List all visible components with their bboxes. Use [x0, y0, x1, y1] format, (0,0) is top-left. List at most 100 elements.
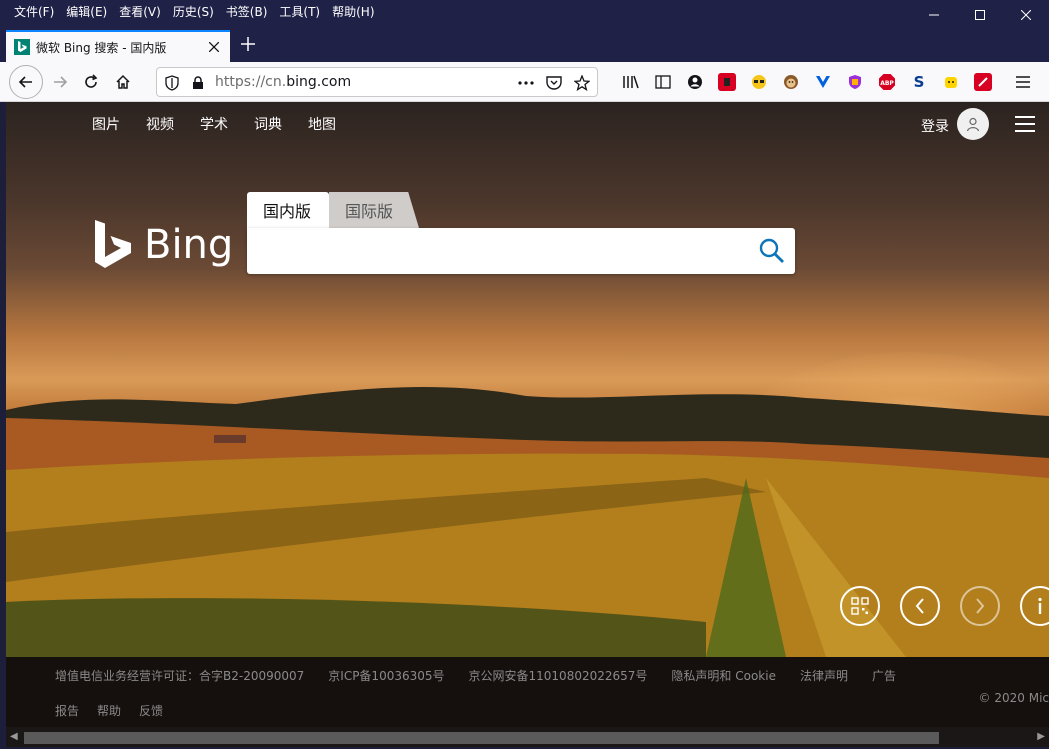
forward-button[interactable] — [44, 66, 76, 98]
menu-icon[interactable] — [1014, 73, 1032, 91]
nav-link-videos[interactable]: 视频 — [146, 114, 174, 134]
tab-close-button[interactable] — [204, 37, 224, 57]
hero-background: 图片 视频 学术 词典 地图 登录 Bing 国内版 国际版 — [6, 102, 1049, 657]
svg-text:ABP: ABP — [880, 80, 894, 87]
footer-help[interactable]: 帮助 — [97, 702, 121, 719]
tab-international[interactable]: 国际版 — [329, 192, 419, 228]
s-extension-icon[interactable]: S — [910, 73, 928, 91]
account-icon[interactable] — [686, 73, 704, 91]
nav-link-maps[interactable]: 地图 — [308, 114, 336, 134]
url-text: https://cn.bing.com — [215, 74, 351, 90]
nav-link-academic[interactable]: 学术 — [200, 114, 228, 134]
menu-bookmarks[interactable]: 书签(B) — [220, 0, 274, 24]
hamburger-menu-button[interactable] — [1015, 116, 1035, 132]
avatar[interactable] — [957, 108, 989, 140]
plus-icon — [241, 37, 255, 51]
tab-domestic[interactable]: 国内版 — [247, 192, 329, 228]
qr-code-button[interactable] — [840, 586, 880, 626]
close-icon — [1021, 10, 1031, 20]
library-icon[interactable] — [622, 73, 640, 91]
yellow-extension-icon[interactable] — [942, 73, 960, 91]
page-actions-icon[interactable] — [517, 74, 535, 92]
bing-favicon-icon — [14, 39, 30, 55]
menu-view[interactable]: 查看(V) — [113, 0, 167, 24]
previous-image-button[interactable] — [900, 586, 940, 626]
arrow-right-icon — [54, 76, 68, 88]
search-button[interactable] — [759, 238, 785, 264]
qr-code-icon — [851, 597, 869, 615]
pocket-icon[interactable] — [545, 74, 563, 92]
footer-police-record[interactable]: 京公网安备11010802022657号 — [469, 667, 648, 684]
horizontal-scrollbar[interactable]: ◀ ▶ — [6, 727, 1049, 747]
next-image-button[interactable] — [960, 586, 1000, 626]
monkey-extension-icon[interactable] — [782, 73, 800, 91]
shield-extension-icon[interactable] — [846, 73, 864, 91]
home-button[interactable] — [107, 66, 139, 98]
tracking-protection-icon[interactable] — [163, 74, 181, 92]
minimize-icon — [929, 14, 939, 16]
tab-domestic-label: 国内版 — [263, 202, 312, 221]
bing-logo: Bing — [94, 220, 233, 270]
footer-feedback[interactable]: 反馈 — [139, 702, 163, 719]
url-host: bing.com — [286, 74, 352, 90]
nav-link-images[interactable]: 图片 — [92, 114, 120, 134]
arrow-left-icon — [18, 76, 32, 88]
search-region-tabs: 国内版 国际版 — [247, 192, 419, 228]
back-button[interactable] — [9, 65, 43, 99]
footer-privacy[interactable]: 隐私声明和 Cookie — [671, 667, 776, 684]
bing-b-icon — [95, 220, 131, 268]
red-extension-icon[interactable] — [718, 73, 736, 91]
tab-strip: 微软 Bing 搜索 - 国内版 — [0, 24, 1049, 62]
vineyard-landscape — [6, 386, 1049, 657]
menu-file[interactable]: 文件(F) — [8, 0, 60, 24]
footer-ads[interactable]: 广告 — [872, 667, 896, 684]
maximize-icon — [975, 10, 985, 20]
red-tool-extension-icon[interactable] — [974, 73, 992, 91]
tab-international-label: 国际版 — [345, 202, 394, 221]
signin-link[interactable]: 登录 — [921, 116, 949, 136]
reload-button[interactable] — [75, 66, 107, 98]
scroll-left-icon[interactable]: ◀ — [10, 731, 18, 742]
new-tab-button[interactable] — [236, 32, 260, 56]
footer-icp[interactable]: 京ICP备10036305号 — [328, 667, 444, 684]
bookmark-star-icon[interactable] — [573, 74, 591, 92]
menu-tools[interactable]: 工具(T) — [273, 0, 326, 24]
footer: 增值电信业务经营许可证：合字B2-20090007 京ICP备10036305号… — [6, 657, 1049, 727]
nav-link-dictionary[interactable]: 词典 — [254, 114, 282, 134]
home-icon — [116, 74, 130, 89]
user-icon — [966, 117, 980, 132]
adblock-plus-icon[interactable]: ABP — [878, 73, 896, 91]
menu-help[interactable]: 帮助(H) — [326, 0, 380, 24]
scrollbar-thumb[interactable] — [24, 732, 939, 744]
url-scheme: https://cn. — [215, 74, 287, 90]
menu-bar: 文件(F) 编辑(E) 查看(V) 历史(S) 书签(B) 工具(T) 帮助(H… — [0, 0, 1049, 24]
page-viewport: 图片 视频 学术 词典 地图 登录 Bing 国内版 国际版 增值电信业务经营许… — [6, 102, 1049, 747]
top-navigation: 图片 视频 学术 词典 地图 — [92, 114, 336, 134]
chevron-left-icon — [915, 598, 924, 614]
footer-license[interactable]: 增值电信业务经营许可证：合字B2-20090007 — [55, 667, 304, 684]
menu-list: 文件(F) 编辑(E) 查看(V) 历史(S) 书签(B) 工具(T) 帮助(H… — [0, 0, 381, 24]
copyright: © 2020 Mic — [978, 691, 1049, 705]
footer-legal-links: 增值电信业务经营许可证：合字B2-20090007 京ICP备10036305号… — [55, 667, 896, 684]
tab-bing[interactable]: 微软 Bing 搜索 - 国内版 — [6, 30, 230, 62]
search-icon — [759, 238, 784, 263]
search-box — [247, 228, 795, 274]
lock-icon[interactable] — [189, 74, 207, 92]
tab-title: 微软 Bing 搜索 - 国内版 — [36, 40, 167, 55]
navigation-toolbar: https://cn.bing.com ABP S — [0, 62, 1049, 102]
sunglasses-extension-icon[interactable] — [750, 73, 768, 91]
menu-edit[interactable]: 编辑(E) — [60, 0, 113, 24]
footer-legal[interactable]: 法律声明 — [800, 667, 848, 684]
sidebar-icon[interactable] — [654, 73, 672, 91]
url-bar[interactable]: https://cn.bing.com — [156, 67, 598, 97]
info-icon — [1038, 597, 1042, 614]
footer-report[interactable]: 报告 — [55, 702, 79, 719]
menu-history[interactable]: 历史(S) — [167, 0, 220, 24]
scroll-right-icon[interactable]: ▶ — [1037, 731, 1045, 742]
reload-icon — [85, 74, 98, 88]
search-input[interactable] — [257, 236, 747, 266]
vue-extension-icon[interactable] — [814, 73, 832, 91]
close-icon — [209, 42, 219, 52]
chevron-right-icon — [976, 598, 985, 614]
footer-help-links: 报告 帮助 反馈 — [55, 702, 163, 719]
